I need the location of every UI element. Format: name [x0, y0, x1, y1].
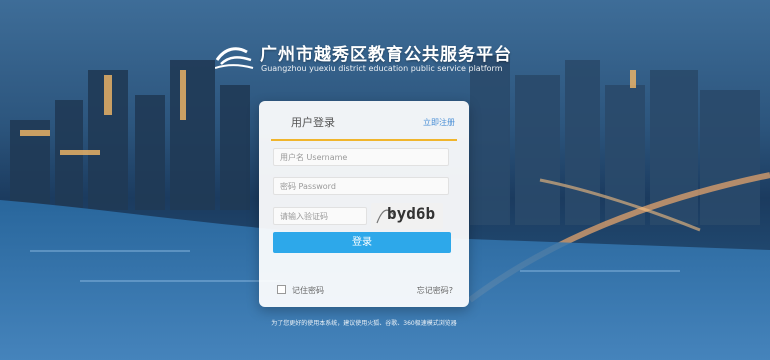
remember-password[interactable]: 记住密码 [277, 285, 324, 296]
login-card: 用户登录 立即注册 用户名 Username 密码 Password 请输入验证… [259, 101, 469, 307]
browser-note: 为了您更好的使用本系统，建议使用火狐、谷歌、360极速模式浏览器 [271, 320, 457, 327]
captcha-input[interactable]: 请输入验证码 [273, 207, 367, 225]
platform-title: 广州市越秀区教育公共服务平台 [260, 45, 512, 65]
login-card-header: 用户登录 立即注册 [271, 111, 457, 141]
remember-label: 记住密码 [292, 286, 324, 295]
forgot-password-link[interactable]: 忘记密码? [417, 285, 453, 296]
password-input[interactable]: 密码 Password [273, 177, 449, 195]
captcha-code: byd6b [387, 204, 436, 223]
platform-subtitle: Guangzhou yuexiu district education publ… [261, 64, 503, 73]
login-button[interactable]: 登录 [273, 232, 451, 253]
username-input[interactable]: 用户名 Username [273, 148, 449, 166]
login-title: 用户登录 [291, 116, 335, 129]
register-link[interactable]: 立即注册 [423, 117, 455, 128]
captcha-image[interactable]: byd6b [371, 203, 443, 229]
logo-icon [215, 47, 254, 69]
checkbox-icon[interactable] [277, 285, 286, 294]
brand-header: 广州市越秀区教育公共服务平台 Guangzhou yuexiu district… [215, 40, 515, 80]
